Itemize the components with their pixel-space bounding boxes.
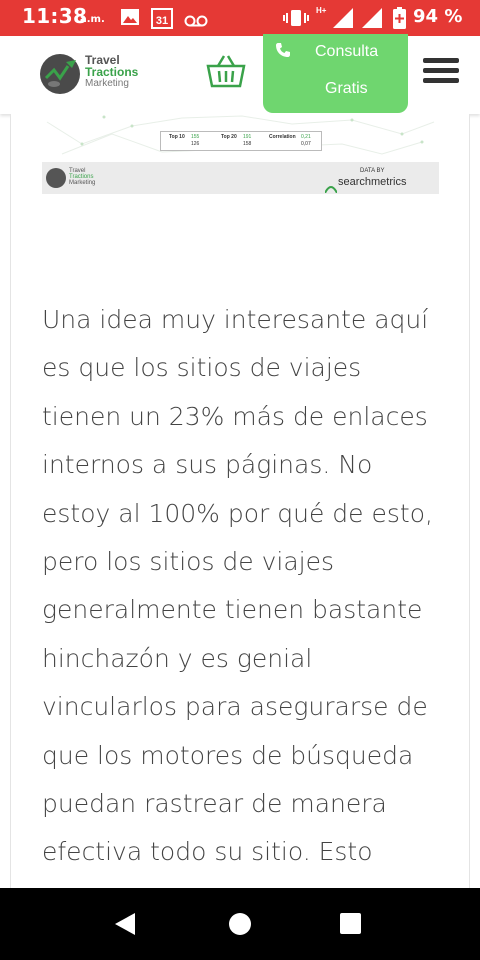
status-time: 11:38	[22, 4, 88, 28]
top10-label: Top 10	[169, 134, 185, 140]
phone-icon	[275, 42, 291, 63]
article-line: generalmente tienen bastante	[42, 595, 423, 625]
android-nav-bar	[0, 888, 480, 960]
signal-icon-2	[362, 8, 384, 32]
article-line: Una idea muy interesante aquí	[42, 305, 429, 334]
status-ampm: a.m.	[80, 14, 105, 25]
back-icon[interactable]	[114, 912, 136, 940]
top20-value-b: 158	[243, 141, 252, 147]
article-paragraph: Una idea muy interesante aquí es que los…	[42, 296, 442, 877]
network-type: H+	[316, 6, 327, 15]
article-card: Top 10 155 126 Top 20 191 158 Correlatio…	[10, 114, 470, 890]
consulta-label-1: Consulta	[315, 43, 379, 60]
voicemail-icon	[184, 12, 208, 31]
top20-label: Top 20	[221, 134, 237, 140]
calendar-day: 31	[156, 15, 168, 27]
footer-logo-icon	[46, 168, 66, 188]
article-line: tienen un 23% más de enlaces	[42, 401, 428, 431]
battery-percent: 94 %	[413, 6, 463, 27]
logo-line-3: Marketing	[85, 78, 129, 89]
globe-plane-icon	[40, 54, 80, 94]
image-icon	[120, 8, 140, 30]
basket-icon[interactable]	[206, 54, 246, 88]
top20-value-a: 191	[243, 134, 252, 140]
article-line: puedan rastrear de manera	[42, 789, 387, 819]
signal-icon-1	[333, 8, 355, 32]
footer-logo-line-3: Marketing	[69, 180, 96, 186]
article-line: efectiva todo su sitio. Esto	[42, 837, 373, 867]
data-by-label: DATA BY	[360, 168, 385, 174]
article-line: pero los sitios de viajes	[42, 547, 335, 577]
article-line: que los motores de búsqueda	[42, 740, 414, 770]
article-line: es que los sitios de viajes	[42, 353, 362, 383]
stats-table: Top 10 155 126 Top 20 191 158 Correlatio…	[160, 131, 322, 151]
site-logo[interactable]: Travel Tractions Marketing	[38, 50, 148, 94]
article-line: internos a sus páginas. No	[42, 450, 373, 480]
correlation-label: Correlation	[269, 134, 296, 140]
searchmetrics-brand: searchmetrics	[338, 176, 407, 188]
battery-icon	[393, 7, 406, 33]
logo-line-2: Tractions	[85, 65, 139, 79]
status-bar: 11:38 a.m. 31 H+ 94 %	[0, 0, 480, 36]
image-footer-strip: Travel Tractions Marketing DATA BY searc…	[42, 162, 439, 194]
home-icon[interactable]	[229, 913, 251, 935]
site-header: Travel Tractions Marketing Consulta Grat…	[0, 34, 480, 114]
infographic-image: Top 10 155 126 Top 20 191 158 Correlatio…	[42, 114, 439, 194]
article-line: estoy al 100% por qué de esto,	[42, 498, 433, 528]
article-line: vincularlos para asegurarse de	[42, 692, 428, 722]
vibrate-icon	[283, 8, 309, 32]
article-line: hinchazón y es genial	[42, 643, 313, 673]
correlation-value-a: 0,21	[301, 134, 311, 140]
calendar-icon: 31	[151, 7, 173, 33]
consulta-gratis-button[interactable]: Consulta Gratis	[263, 34, 408, 113]
hamburger-menu-icon[interactable]	[423, 58, 459, 84]
consulta-label-2: Gratis	[325, 80, 368, 97]
recents-icon[interactable]	[340, 913, 361, 934]
top10-value-b: 126	[191, 141, 200, 147]
correlation-value-b: 0,07	[301, 141, 311, 147]
searchmetrics-logo-icon	[324, 178, 338, 197]
top10-value-a: 155	[191, 134, 200, 140]
